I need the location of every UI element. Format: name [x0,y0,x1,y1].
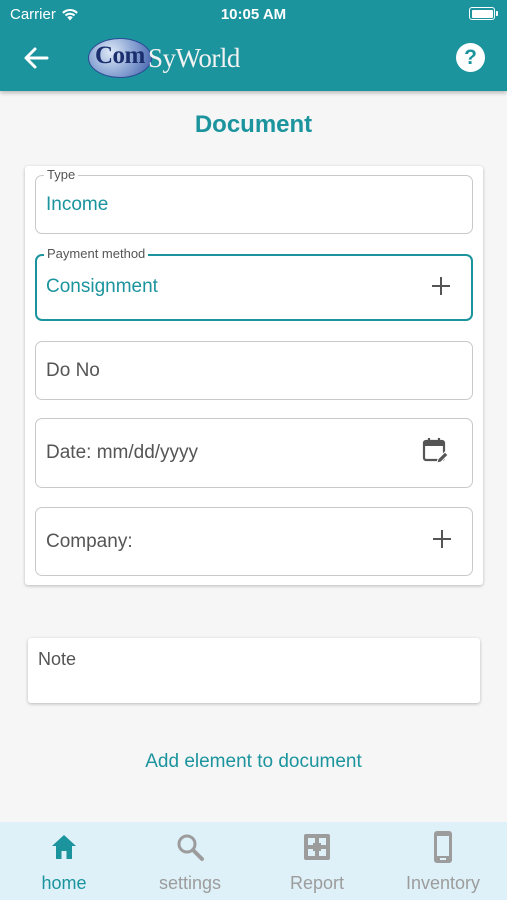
type-field-label: Type [44,167,79,182]
nav-label-inventory: Inventory [405,873,481,893]
note-placeholder: Note [38,649,77,669]
report-icon [304,834,330,860]
app-logo: Com SyWorld [88,38,253,80]
status-bar: Carrier 10:05 AM [0,0,507,28]
company-field[interactable]: Company: [35,507,473,576]
nav-item-settings[interactable]: settings [127,822,253,900]
company-placeholder: Company: [46,531,133,552]
search-icon [177,834,204,861]
page-title: Document [194,111,313,138]
battery-icon [469,7,498,20]
status-time: 10:05 AM [220,6,287,23]
do-no-placeholder: Do No [46,360,100,381]
date-field[interactable]: Date: mm/dd/yyyy [35,418,473,488]
add-company-icon[interactable] [430,527,454,551]
add-payment-method-icon[interactable] [429,274,453,298]
add-element-to-document-link[interactable]: Add element to document [0,751,507,773]
nav-item-report[interactable]: Report [254,822,380,900]
logo-text-rest: SyWorld [148,43,240,73]
logo-text-com: Com [95,42,145,69]
calendar-edit-icon[interactable] [422,437,448,465]
app-bar: Carrier 10:05 AM Com SyWorld ? [0,0,507,91]
type-field[interactable]: Type Income [35,167,473,234]
payment-method-label: Payment method [44,246,149,261]
payment-method-value: Consignment [46,276,158,297]
nav-label-home: home [41,873,87,893]
bottom-navigation: home settings Report Inventory [0,822,507,900]
type-field-value: Income [46,194,109,215]
date-placeholder: Date: mm/dd/yyyy [46,442,199,463]
nav-item-inventory[interactable]: Inventory [380,822,506,900]
back-arrow-icon[interactable] [22,44,50,72]
phone-icon [434,831,452,863]
note-field[interactable]: Note [28,638,480,703]
help-button[interactable]: ? [456,43,485,72]
payment-method-field[interactable]: Payment method Consignment [35,246,473,321]
document-form-card: Type Income Payment method Consignment D… [25,166,483,585]
home-icon [52,835,76,859]
nav-label-report: Report [289,873,345,893]
nav-item-home[interactable]: home [1,822,127,900]
do-no-field[interactable]: Do No [35,341,473,400]
help-icon: ? [464,46,477,69]
nav-label-settings: settings [158,873,222,893]
